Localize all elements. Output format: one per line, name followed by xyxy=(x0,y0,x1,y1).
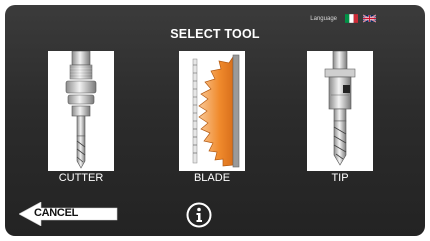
tool-label-tip[interactable]: TIP xyxy=(295,172,385,184)
blade-tool-icon xyxy=(192,54,240,168)
tool-label-blade[interactable]: BLADE xyxy=(167,172,257,184)
tool-card-blade[interactable] xyxy=(179,51,245,171)
language-selector: Language xyxy=(310,14,376,23)
italy-flag-icon[interactable] xyxy=(345,14,358,23)
tool-label-cutter[interactable]: CUTTER xyxy=(36,172,126,184)
cancel-label: CANCEL xyxy=(34,207,79,219)
tool-card-cutter[interactable] xyxy=(48,51,114,171)
cutter-tool-icon xyxy=(65,51,97,169)
tool-card-tip[interactable] xyxy=(307,51,373,171)
language-label: Language xyxy=(310,15,337,22)
uk-flag-icon[interactable] xyxy=(363,14,376,23)
page-title: SELECT TOOL xyxy=(170,27,260,41)
tip-tool-icon xyxy=(324,51,356,166)
info-icon[interactable] xyxy=(186,202,212,228)
cancel-button[interactable]: CANCEL xyxy=(19,202,119,226)
tool-selection-screen: SELECT TOOL Language CUTTER BLADE TIP CA… xyxy=(5,5,425,236)
